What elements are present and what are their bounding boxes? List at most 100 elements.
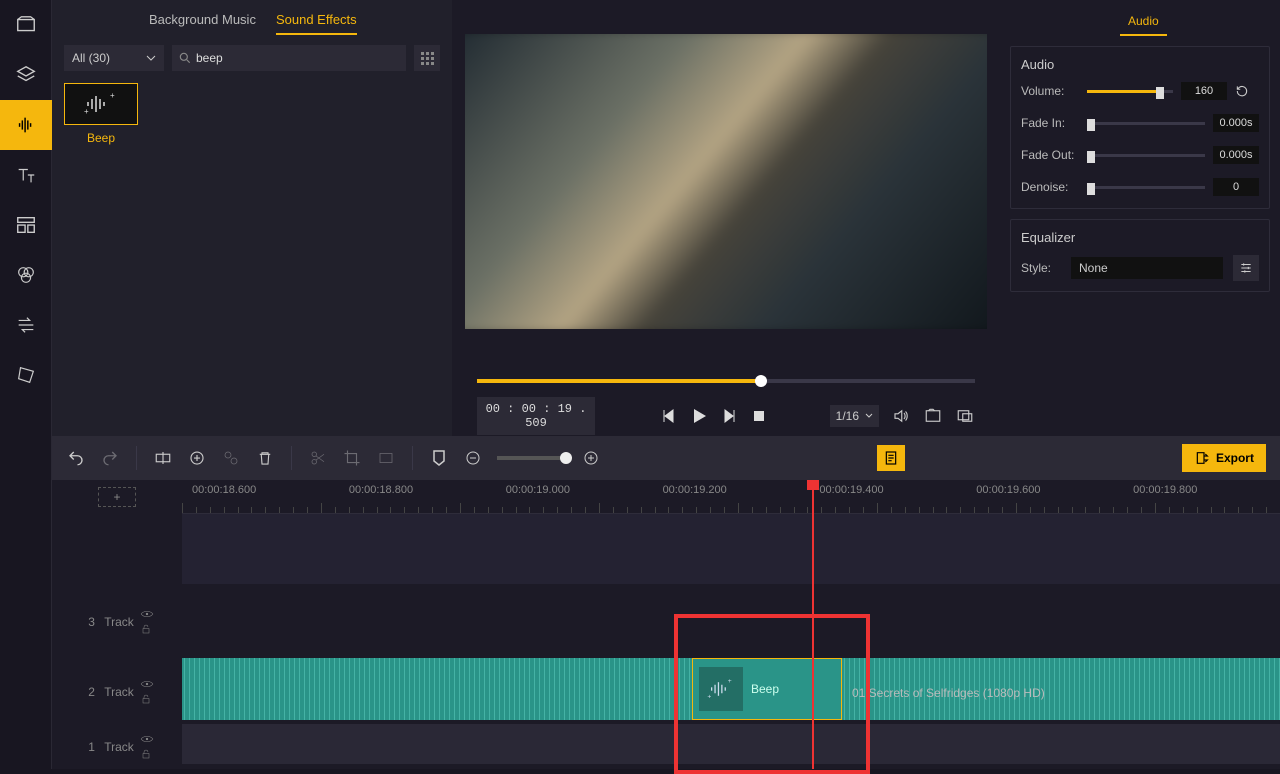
denoise-label: Denoise: [1021,180,1079,194]
volume-reset-button[interactable] [1235,84,1259,98]
lock-icon[interactable] [140,748,152,760]
snapshot-button[interactable] [923,406,943,426]
eye-icon[interactable] [140,734,154,744]
track-name: Track [104,740,134,754]
volume-slider[interactable] [1087,86,1173,96]
link-button[interactable] [221,448,241,468]
timeline: + 00:00:18.60000:00:18.80000:00:19.00000… [52,480,1280,769]
eye-icon[interactable] [140,679,154,689]
eye-icon[interactable] [140,609,154,619]
redo-button[interactable] [100,448,120,468]
nav-templates[interactable] [0,200,52,250]
audio-wave-icon: ++ [81,91,121,117]
denoise-slider[interactable] [1087,182,1205,192]
chevron-down-icon [865,412,873,420]
track-head-2[interactable]: 2 Track [80,657,154,727]
tab-bg-music[interactable]: Background Music [149,12,256,35]
prev-frame-button[interactable] [659,406,679,426]
fade-out-label: Fade Out: [1021,148,1079,162]
fade-in-slider[interactable] [1087,118,1205,128]
marker-icon [431,449,447,467]
equalizer-panel: Equalizer Style: None [1010,219,1270,292]
ruler-label: 00:00:19.400 [819,484,883,496]
denoise-value[interactable]: 0 [1213,178,1259,196]
cut-button[interactable] [308,448,328,468]
nav-elements[interactable] [0,350,52,400]
eq-style-select[interactable]: None [1071,257,1223,279]
library-filter-select[interactable]: All (30) [64,45,164,71]
library-filter-label: All (30) [72,51,110,65]
speed-button[interactable] [376,448,396,468]
ruler-label: 00:00:19.200 [663,484,727,496]
nav-text[interactable] [0,150,52,200]
track-name: Track [104,685,134,699]
zoom-in-icon [583,450,599,466]
link-icon [222,449,240,467]
preview-progress-handle[interactable] [755,375,767,387]
inspector-tab-audio[interactable]: Audio [1120,8,1167,36]
export-button[interactable]: Export [1182,444,1266,472]
track-head-3[interactable]: 3 Track [80,587,154,657]
playback-speed-select[interactable]: 1/16 [830,405,879,427]
fade-out-value[interactable]: 0.000s [1213,146,1259,164]
audio-panel: Audio Volume: 160 Fade In: 0.000s Fade O… [1010,46,1270,209]
clip-main-label: 01 Secrets of Selfridges (1080p HD) [852,686,1045,700]
undo-button[interactable] [66,448,86,468]
volume-value[interactable]: 160 [1181,82,1227,100]
add-icon [188,449,206,467]
add-button[interactable] [187,448,207,468]
mute-button[interactable] [891,406,911,426]
timeline-ruler[interactable]: 00:00:18.60000:00:18.80000:00:19.00000:0… [182,480,1280,514]
zoom-slider[interactable] [497,456,567,460]
tab-sound-effects[interactable]: Sound Effects [276,12,357,35]
eq-settings-button[interactable] [1233,255,1259,281]
export-icon [1194,450,1210,466]
fullscreen-icon [956,407,974,425]
prev-frame-icon [661,408,677,424]
tracks-body[interactable]: 01 Secrets of Selfridges (1080p HD) ++ B… [182,514,1280,769]
eq-style-label: Style: [1021,261,1061,275]
zoom-in-button[interactable] [581,448,601,468]
crop-button[interactable] [342,448,362,468]
track-lane-empty[interactable] [182,514,1280,584]
preview-viewport[interactable] [465,34,987,329]
notes-button[interactable] [877,445,905,471]
stop-button[interactable] [749,406,769,426]
search-box[interactable] [172,45,406,71]
zoom-handle[interactable] [560,452,572,464]
library-item-beep[interactable]: ++ Beep [64,83,138,145]
stop-icon [752,409,766,423]
nav-audio[interactable] [0,100,52,150]
crop-icon [343,449,361,467]
grid-icon [420,51,434,65]
nav-filters[interactable] [0,250,52,300]
ruler-label: 00:00:18.800 [349,484,413,496]
nav-media[interactable] [0,0,52,50]
delete-button[interactable] [255,448,275,468]
fade-out-slider[interactable] [1087,150,1205,160]
play-button[interactable] [689,406,709,426]
track-head-1[interactable]: 1 Track [80,727,154,767]
reset-icon [1235,84,1249,98]
timeline-playhead[interactable] [812,480,814,769]
zoom-out-button[interactable] [463,448,483,468]
fade-in-value[interactable]: 0.000s [1213,114,1259,132]
preview-progress[interactable] [477,379,975,383]
timecode-display: 00 : 00 : 19 . 509 [477,397,595,435]
preview-panel: 00 : 00 : 19 . 509 1/16 [452,0,1000,436]
audio-panel-title: Audio [1021,57,1259,72]
preview-progress-fill [477,379,761,383]
view-grid-button[interactable] [414,45,440,71]
marker-button[interactable] [429,448,449,468]
playback-speed-value: 1/16 [836,409,859,423]
search-input[interactable] [196,51,400,65]
nav-transitions[interactable] [0,300,52,350]
split-button[interactable] [153,448,173,468]
lock-icon[interactable] [140,693,152,705]
eq-style-value: None [1079,261,1108,275]
next-frame-button[interactable] [719,406,739,426]
add-track-button[interactable]: + [98,487,136,507]
lock-icon[interactable] [140,623,152,635]
fullscreen-button[interactable] [955,406,975,426]
nav-layers[interactable] [0,50,52,100]
